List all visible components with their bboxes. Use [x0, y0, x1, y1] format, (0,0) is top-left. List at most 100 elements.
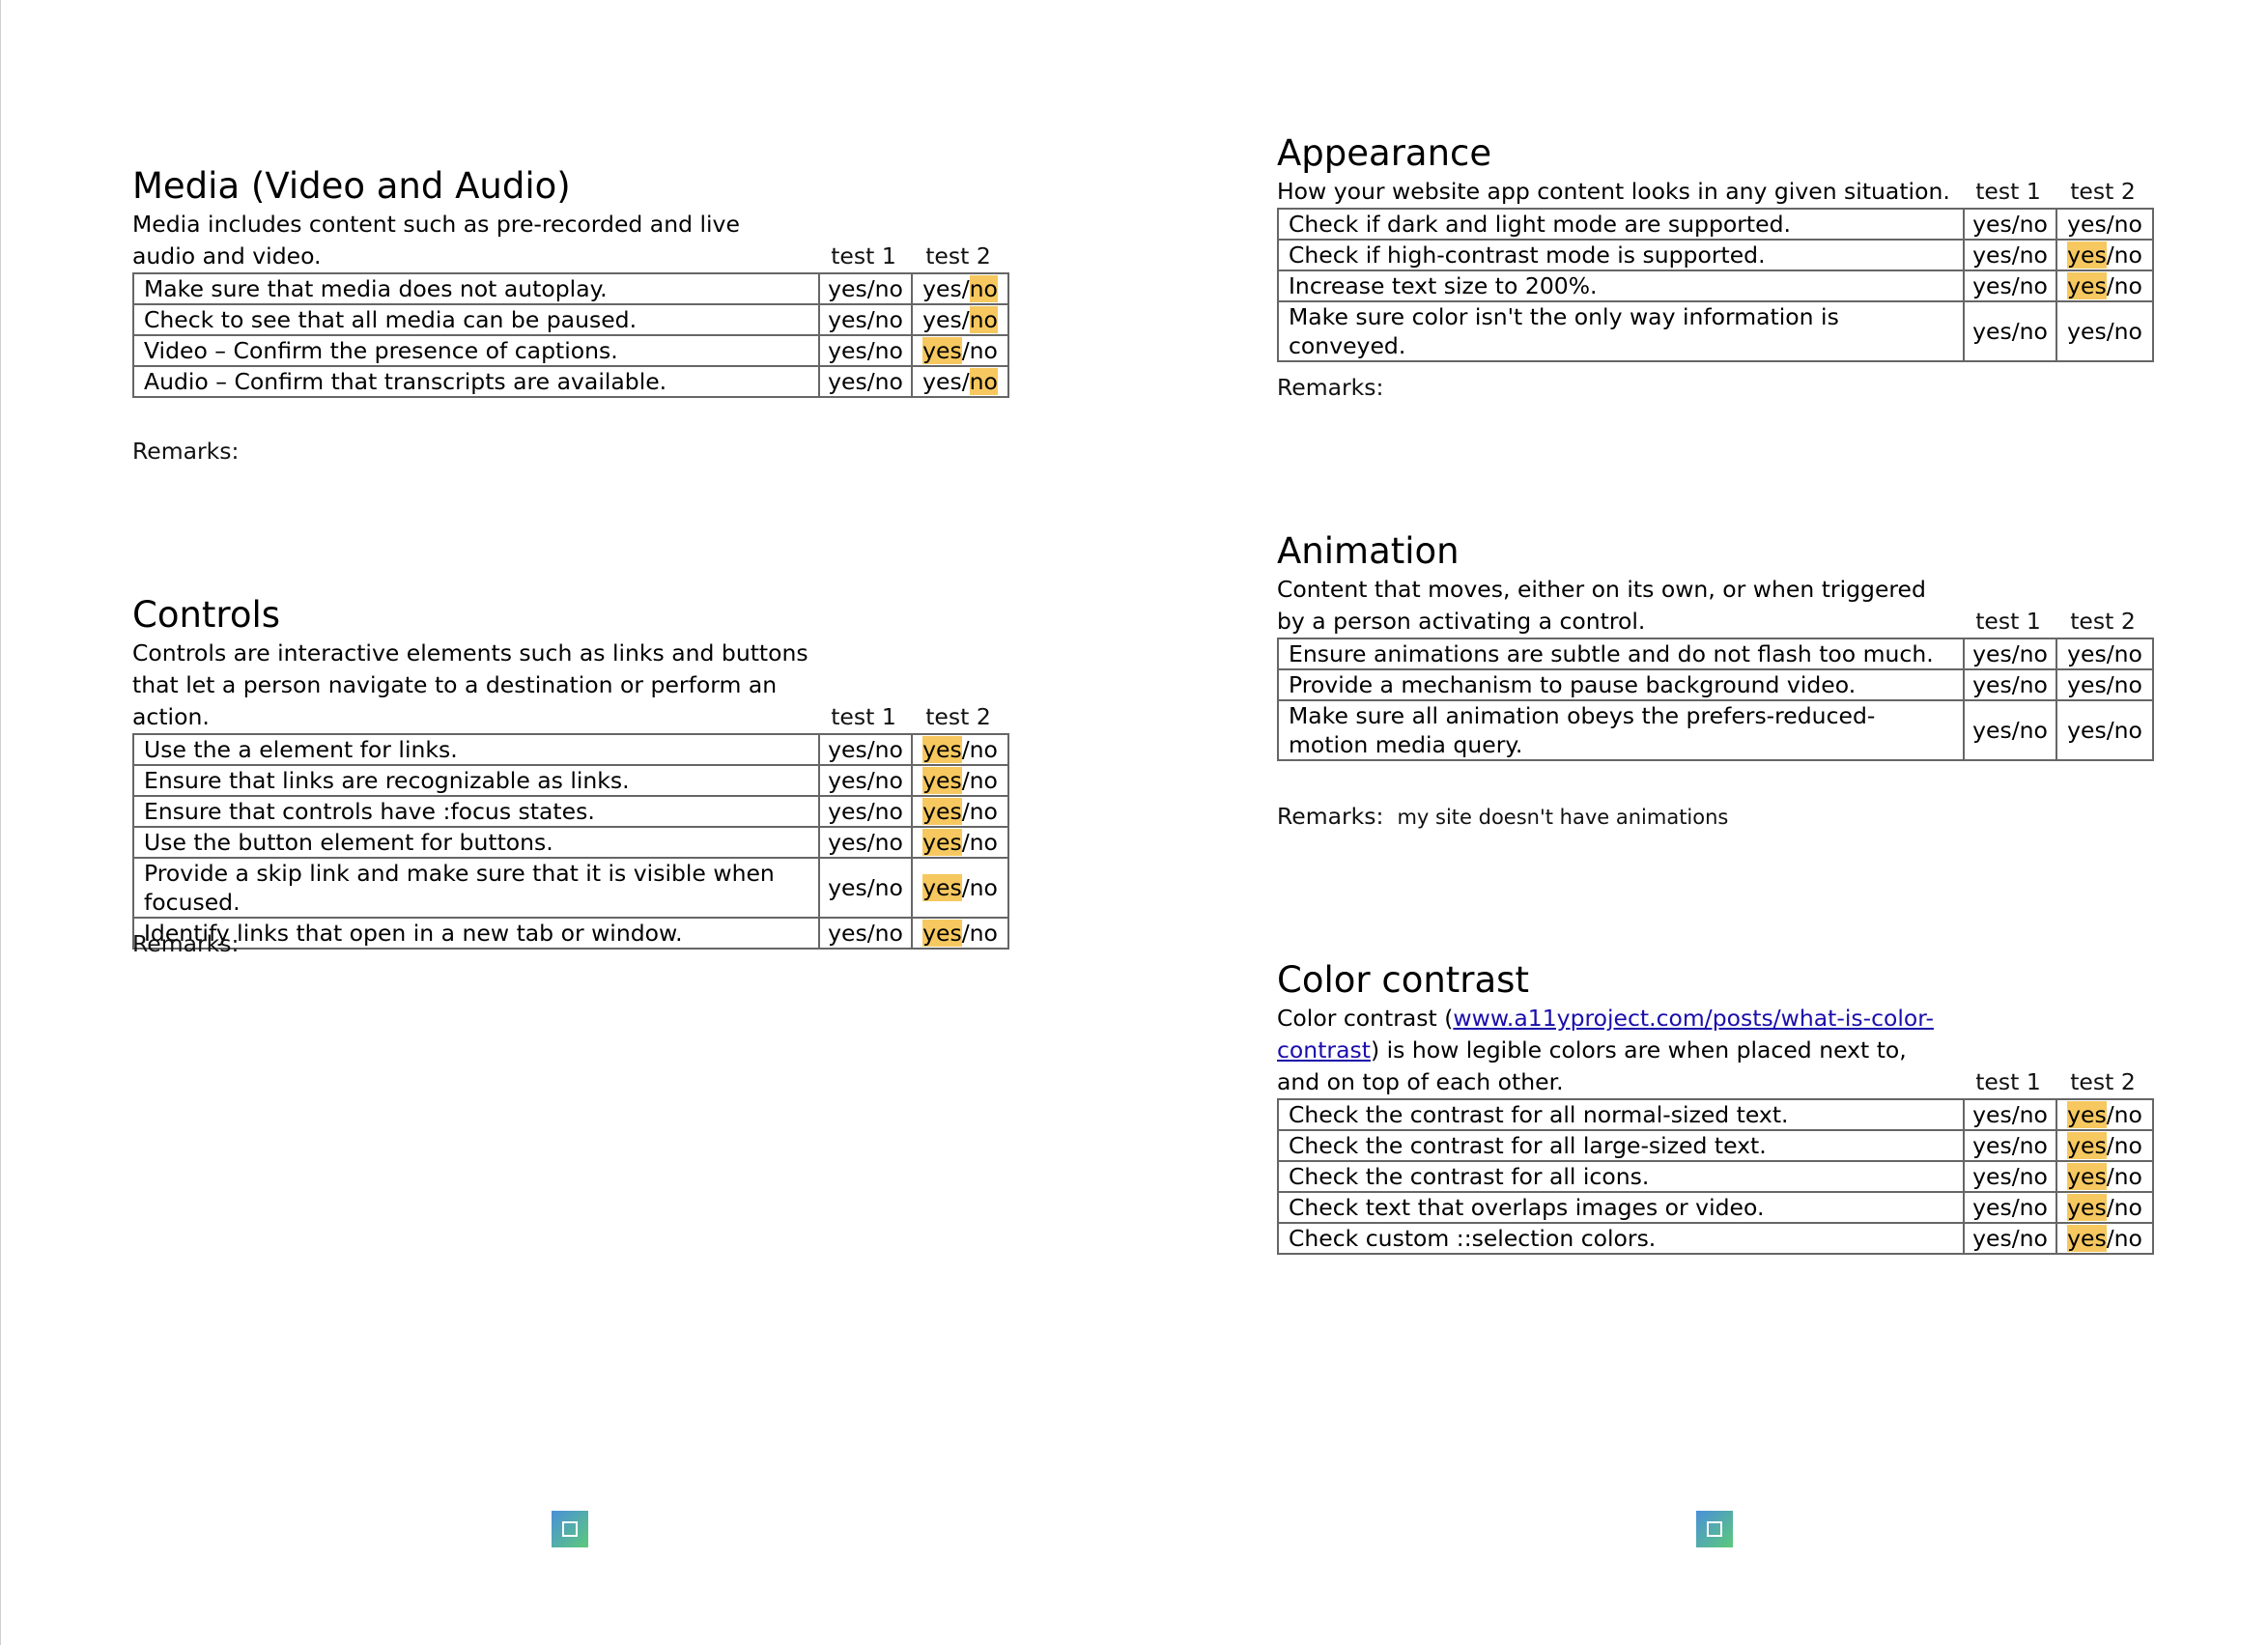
- option-separator: /: [961, 305, 970, 333]
- check-row: Check the contrast for all icons. yes/no y…: [1277, 1159, 2154, 1193]
- option-separator: /: [961, 873, 970, 901]
- test1-result[interactable]: yes/no: [818, 271, 913, 305]
- option-separator: /: [961, 274, 970, 302]
- check-item: Increase text size to 200%.: [1277, 269, 1965, 302]
- option-no: no: [969, 797, 998, 825]
- section-desc-color-contrast: Color contrast (www.a11yproject.com/post…: [1277, 1003, 1953, 1098]
- option-no: no: [2113, 639, 2142, 667]
- option-separator: /: [961, 336, 970, 364]
- test1-result[interactable]: yes/no: [818, 763, 913, 797]
- option-separator: /: [961, 735, 970, 763]
- option-no: no: [969, 336, 998, 364]
- test2-result[interactable]: yes/no: [2055, 698, 2154, 761]
- test1-result[interactable]: yes/no: [1963, 698, 2057, 761]
- test2-result[interactable]: yes/no: [2055, 1221, 2154, 1255]
- check-item: Check the contrast for all icons.: [1277, 1159, 1965, 1193]
- test1-result[interactable]: yes/no: [1963, 207, 2057, 241]
- test1-result[interactable]: yes/no: [1963, 238, 2057, 271]
- check-item: Make sure all animation obeys the prefer…: [1277, 698, 1965, 761]
- test2-result[interactable]: yes/no: [911, 271, 1009, 305]
- test1-result[interactable]: yes/no: [1963, 269, 2057, 302]
- section-title-appearance: Appearance: [1277, 132, 1492, 174]
- test1-result[interactable]: yes/no: [818, 732, 913, 766]
- option-separator: /: [961, 797, 970, 825]
- section-controls: Controls Controls are interactive elemen…: [132, 595, 1009, 950]
- option-separator: /: [2106, 241, 2114, 269]
- test2-result[interactable]: yes/no: [2055, 207, 2154, 241]
- check-item: Check to see that all media can be pause…: [132, 302, 820, 336]
- test2-result[interactable]: yes/no: [911, 302, 1009, 336]
- intro-appearance: How your website app content looks in an…: [1277, 176, 2151, 208]
- option-no: no: [2113, 1100, 2142, 1128]
- test1-result[interactable]: yes/no: [1963, 1190, 2057, 1224]
- option-separator: /: [2106, 670, 2114, 698]
- check-row: Use the a element for links. yes/no yes/no: [132, 732, 1009, 766]
- col-head-test2: test 2: [2070, 177, 2136, 205]
- section-desc-animation: Content that moves, either on its own, o…: [1277, 575, 1926, 635]
- desc-text: ) is how legible colors are when placed …: [1277, 1035, 1907, 1095]
- remarks-label: Remarks:: [132, 438, 240, 465]
- test1-result[interactable]: yes/no: [818, 364, 913, 398]
- section-color-contrast: Color contrast Color contrast (www.a11yp…: [1277, 960, 2154, 1255]
- test2-result[interactable]: yes/no: [2055, 637, 2154, 670]
- option-separator: /: [2106, 1162, 2114, 1190]
- test2-result[interactable]: yes/no: [911, 825, 1009, 859]
- col-head-test1: test 1: [1975, 1067, 2041, 1095]
- test2-result[interactable]: yes/no: [911, 364, 1009, 398]
- check-row: Make sure color isn't the only way infor…: [1277, 299, 2154, 362]
- test1-result[interactable]: yes/no: [818, 333, 913, 367]
- test1-result[interactable]: yes/no: [1963, 1159, 2057, 1193]
- test1-result[interactable]: yes/no: [1963, 299, 2057, 362]
- test2-result[interactable]: yes/no: [2055, 667, 2154, 701]
- remarks-label: Remarks:: [132, 930, 240, 957]
- test2-result[interactable]: yes/no: [2055, 1159, 2154, 1193]
- test2-result[interactable]: yes/no: [911, 794, 1009, 828]
- test1-result[interactable]: yes/no: [1963, 667, 2057, 701]
- test2-result[interactable]: yes/no: [2055, 1097, 2154, 1131]
- section-desc-appearance: How your website app content looks in an…: [1277, 177, 1950, 205]
- test2-result[interactable]: yes/no: [2055, 238, 2154, 271]
- test1-result[interactable]: yes/no: [818, 302, 913, 336]
- col-head-test2: test 2: [2070, 1067, 2136, 1095]
- test1-result[interactable]: yes/no: [1963, 1221, 2057, 1255]
- test1-result[interactable]: yes/no: [818, 794, 913, 828]
- test2-result[interactable]: yes/no: [911, 856, 1009, 919]
- test2-result[interactable]: yes/no: [911, 732, 1009, 766]
- check-item: Make sure that media does not autoplay.: [132, 271, 820, 305]
- test1-result[interactable]: yes/no: [1963, 1128, 2057, 1162]
- intro-color-contrast: Color contrast (www.a11yproject.com/post…: [1277, 1003, 2151, 1098]
- test1-result[interactable]: yes/no: [818, 856, 913, 919]
- test2-result[interactable]: yes/no: [2055, 299, 2154, 362]
- check-item: Use the button element for buttons.: [132, 825, 820, 859]
- test2-result[interactable]: yes/no: [911, 333, 1009, 367]
- option-yes: yes: [2067, 1224, 2107, 1252]
- test1-result[interactable]: yes/no: [818, 916, 913, 950]
- check-item: Audio – Confirm that transcripts are ava…: [132, 364, 820, 398]
- page-logo-icon: [1696, 1511, 1733, 1547]
- option-yes: yes: [2067, 271, 2107, 299]
- option-yes: yes: [2067, 317, 2107, 345]
- col-head-test2: test 2: [925, 702, 991, 730]
- option-separator: /: [2106, 317, 2114, 345]
- option-separator: /: [2106, 271, 2114, 299]
- option-no: no: [2113, 271, 2142, 299]
- test1-result[interactable]: yes/no: [1963, 1097, 2057, 1131]
- test1-result[interactable]: yes/no: [818, 825, 913, 859]
- check-row: Provide a mechanism to pause background …: [1277, 667, 2154, 701]
- test2-result[interactable]: yes/no: [911, 763, 1009, 797]
- test2-result[interactable]: yes/no: [2055, 1190, 2154, 1224]
- option-yes: yes: [922, 305, 962, 333]
- checks-table-color-contrast: Check the contrast for all normal-sized …: [1277, 1097, 2154, 1255]
- section-media: Media (Video and Audio) Media includes c…: [132, 166, 1009, 398]
- test2-result[interactable]: yes/no: [2055, 269, 2154, 302]
- option-separator: /: [961, 367, 970, 395]
- test2-result[interactable]: yes/no: [911, 916, 1009, 950]
- check-row: Ensure animations are subtle and do not …: [1277, 637, 2154, 670]
- option-yes: yes: [2067, 241, 2107, 269]
- check-item: Video – Confirm the presence of captions…: [132, 333, 820, 367]
- test1-result[interactable]: yes/no: [1963, 637, 2057, 670]
- col-heads: test 1 test 2: [1962, 176, 2151, 208]
- desc-text: Color contrast (: [1277, 1004, 1454, 1032]
- section-animation: Animation Content that moves, either on …: [1277, 531, 2154, 761]
- test2-result[interactable]: yes/no: [2055, 1128, 2154, 1162]
